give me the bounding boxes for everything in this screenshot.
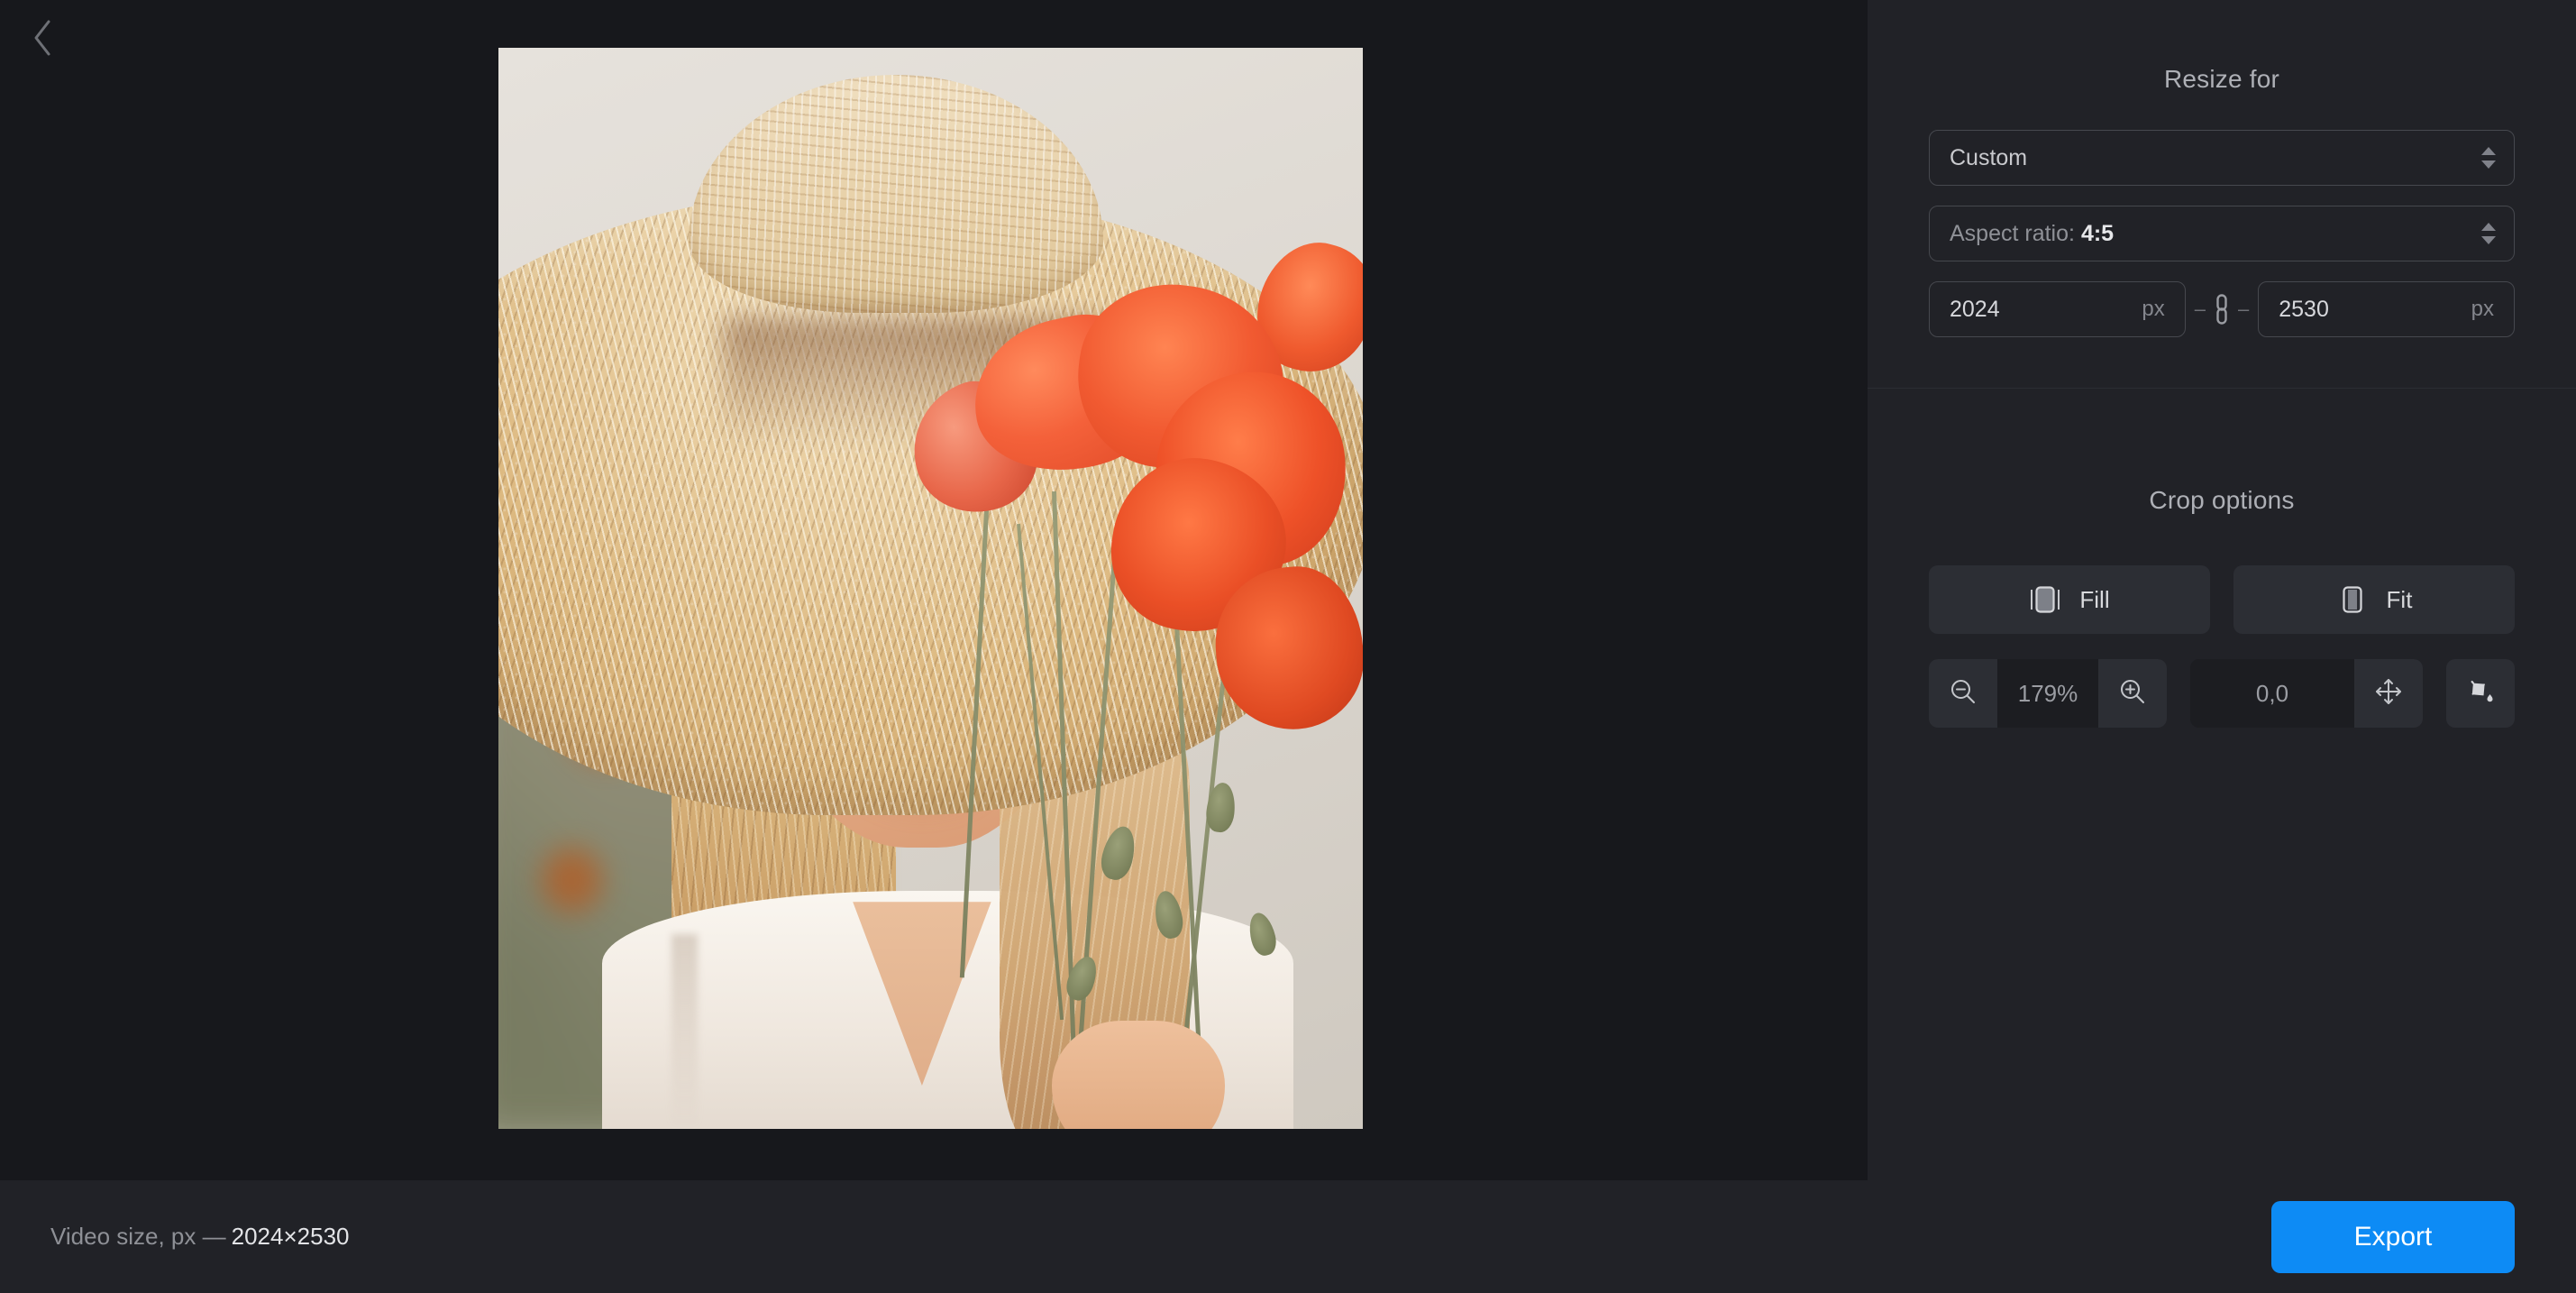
- zoom-out-icon: [1948, 676, 1978, 711]
- preset-select[interactable]: Custom: [1929, 130, 2515, 186]
- crop-fill-button[interactable]: Fill: [1929, 565, 2210, 634]
- dash-left: –: [2194, 298, 2206, 320]
- photo-shirt-fold: [671, 934, 698, 1129]
- preview-image[interactable]: [498, 48, 1363, 1129]
- photo-bokeh-dot: [541, 848, 603, 913]
- crop-toolbar: 179% 0,0: [1929, 659, 2515, 728]
- image-resize-editor: Resize for Custom Aspect ratio: 4:5 2024…: [0, 0, 2576, 1293]
- output-size-value: 2024×2530: [231, 1223, 350, 1250]
- fit-crop-icon: [2336, 583, 2369, 616]
- zoom-in-button[interactable]: [2098, 659, 2167, 728]
- crop-section-title: Crop options: [2149, 486, 2295, 514]
- editor-body: Resize for Custom Aspect ratio: 4:5 2024…: [0, 0, 2576, 1180]
- height-value: 2530: [2279, 296, 2329, 322]
- aspect-ratio-select[interactable]: Aspect ratio: 4:5: [1929, 206, 2515, 261]
- move-position-button[interactable]: [2354, 659, 2423, 728]
- photo-hand: [1051, 1021, 1225, 1129]
- position-value[interactable]: 0,0: [2190, 659, 2354, 728]
- settings-panel: Resize for Custom Aspect ratio: 4:5 2024…: [1868, 0, 2576, 1180]
- aspect-ratio-label: Aspect ratio:: [1950, 220, 2075, 246]
- fill-crop-icon: [2029, 583, 2061, 616]
- zoom-in-icon: [2117, 676, 2148, 711]
- crop-fit-button[interactable]: Fit: [2233, 565, 2515, 634]
- link-dimensions-toggle[interactable]: – –: [2186, 294, 2259, 325]
- footer-bar: Video size, px —2024×2530 Export: [0, 1180, 2576, 1293]
- export-button[interactable]: Export: [2271, 1200, 2515, 1273]
- resize-section-title: Resize for: [2163, 65, 2280, 93]
- width-unit: px: [2142, 297, 2165, 321]
- resize-section: Resize for Custom Aspect ratio: 4:5 2024…: [1868, 0, 2576, 388]
- link-chain-icon: [2212, 294, 2232, 325]
- zoom-out-button[interactable]: [1929, 659, 1997, 728]
- zoom-control-group: 179%: [1929, 659, 2167, 728]
- stepper-arrows-icon[interactable]: [2481, 147, 2496, 169]
- aspect-ratio-value: 4:5: [2080, 220, 2115, 246]
- background-fill-button[interactable]: [2446, 659, 2515, 728]
- height-unit: px: [2471, 297, 2494, 321]
- canvas-pane: [0, 0, 1868, 1180]
- height-input[interactable]: 2530 px: [2258, 281, 2515, 337]
- position-control-group: 0,0: [2190, 659, 2423, 728]
- crop-fill-label: Fill: [2079, 585, 2110, 613]
- output-size-label: Video size, px —: [50, 1223, 226, 1250]
- width-value: 2024: [1950, 296, 2000, 322]
- paint-bucket-icon: [2465, 676, 2496, 711]
- crop-mode-buttons: Fill Fit: [1929, 565, 2515, 634]
- dimensions-row: 2024 px – – 2530 px: [1929, 281, 2515, 337]
- zoom-level-value[interactable]: 179%: [1997, 659, 2098, 728]
- preset-select-value: Custom: [1950, 144, 2028, 170]
- crop-section: Crop options Fill Fit 179% 0,0: [1868, 389, 2576, 728]
- dash-right: –: [2238, 298, 2250, 320]
- canvas-stage[interactable]: [0, 0, 1868, 1180]
- crop-fit-label: Fit: [2386, 585, 2413, 613]
- width-input[interactable]: 2024 px: [1929, 281, 2186, 337]
- move-arrows-icon: [2373, 676, 2404, 711]
- output-size-info: Video size, px —2024×2530: [50, 1223, 350, 1251]
- stepper-arrows-icon[interactable]: [2481, 223, 2496, 244]
